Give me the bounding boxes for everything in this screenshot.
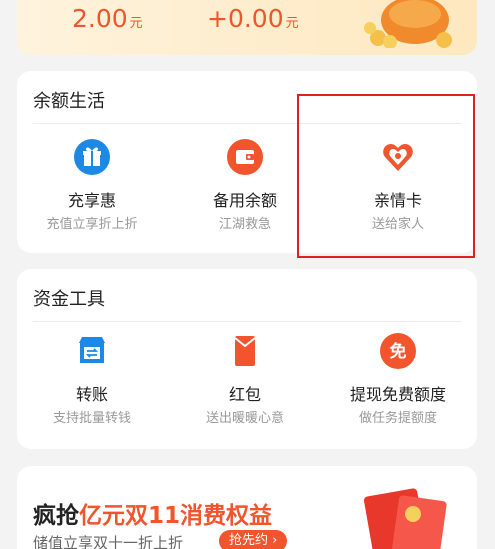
highlight-box — [297, 94, 475, 258]
red-gift-icon — [363, 488, 447, 549]
item-subtitle: 做任务提额度 — [358, 411, 437, 426]
item-subtitle: 送出暖暖心意 — [205, 411, 284, 426]
gold-pig-icon — [364, 0, 452, 48]
gift-box-icon — [74, 139, 110, 175]
promo-title: 疯抢亿元双11消费权益 — [33, 503, 273, 529]
section-title: 余额生活 — [33, 91, 105, 112]
item-label: 红包 — [228, 385, 261, 404]
fund-tools-section: 资金工具 转账 支持批量转钱 红包 送出暖暖心意 免 提现免费额度 做任务提额度 — [17, 269, 477, 449]
transfer-item[interactable]: 转账 支持批量转钱 — [17, 333, 167, 433]
free-withdraw-item[interactable]: 免 提现免费额度 做任务提额度 — [323, 333, 473, 433]
promo-banner[interactable]: 疯抢亿元双11消费权益 储值立享双十一折上折 抢先约 › — [17, 466, 477, 549]
balance-change-amount: +0.00 元 — [207, 4, 299, 33]
item-label: 充享惠 — [67, 191, 116, 210]
item-label: 转账 — [75, 385, 108, 404]
recharge-discount-item[interactable]: 充享惠 充值立享折上折 — [17, 139, 167, 239]
item-subtitle: 支持批量转钱 — [52, 411, 131, 426]
item-label: 提现免费额度 — [349, 385, 446, 404]
balance-card: 2.00 元 +0.00 元 — [17, 0, 477, 55]
wallet-icon — [227, 139, 263, 175]
red-envelope-icon — [234, 336, 256, 366]
red-packet-item[interactable]: 红包 送出暖暖心意 — [170, 333, 320, 433]
balance-amount: 2.00 元 — [72, 4, 143, 33]
section-title: 资金工具 — [33, 289, 105, 310]
promo-subtitle: 储值立享双十一折上折 — [33, 534, 184, 549]
reserve-button[interactable]: 抢先约 › — [219, 530, 288, 549]
item-subtitle: 充值立享折上折 — [46, 217, 138, 232]
free-badge-icon: 免 — [380, 333, 416, 369]
divider — [33, 321, 461, 322]
transfer-store-icon — [79, 337, 105, 363]
svg-text:免: 免 — [390, 341, 407, 362]
